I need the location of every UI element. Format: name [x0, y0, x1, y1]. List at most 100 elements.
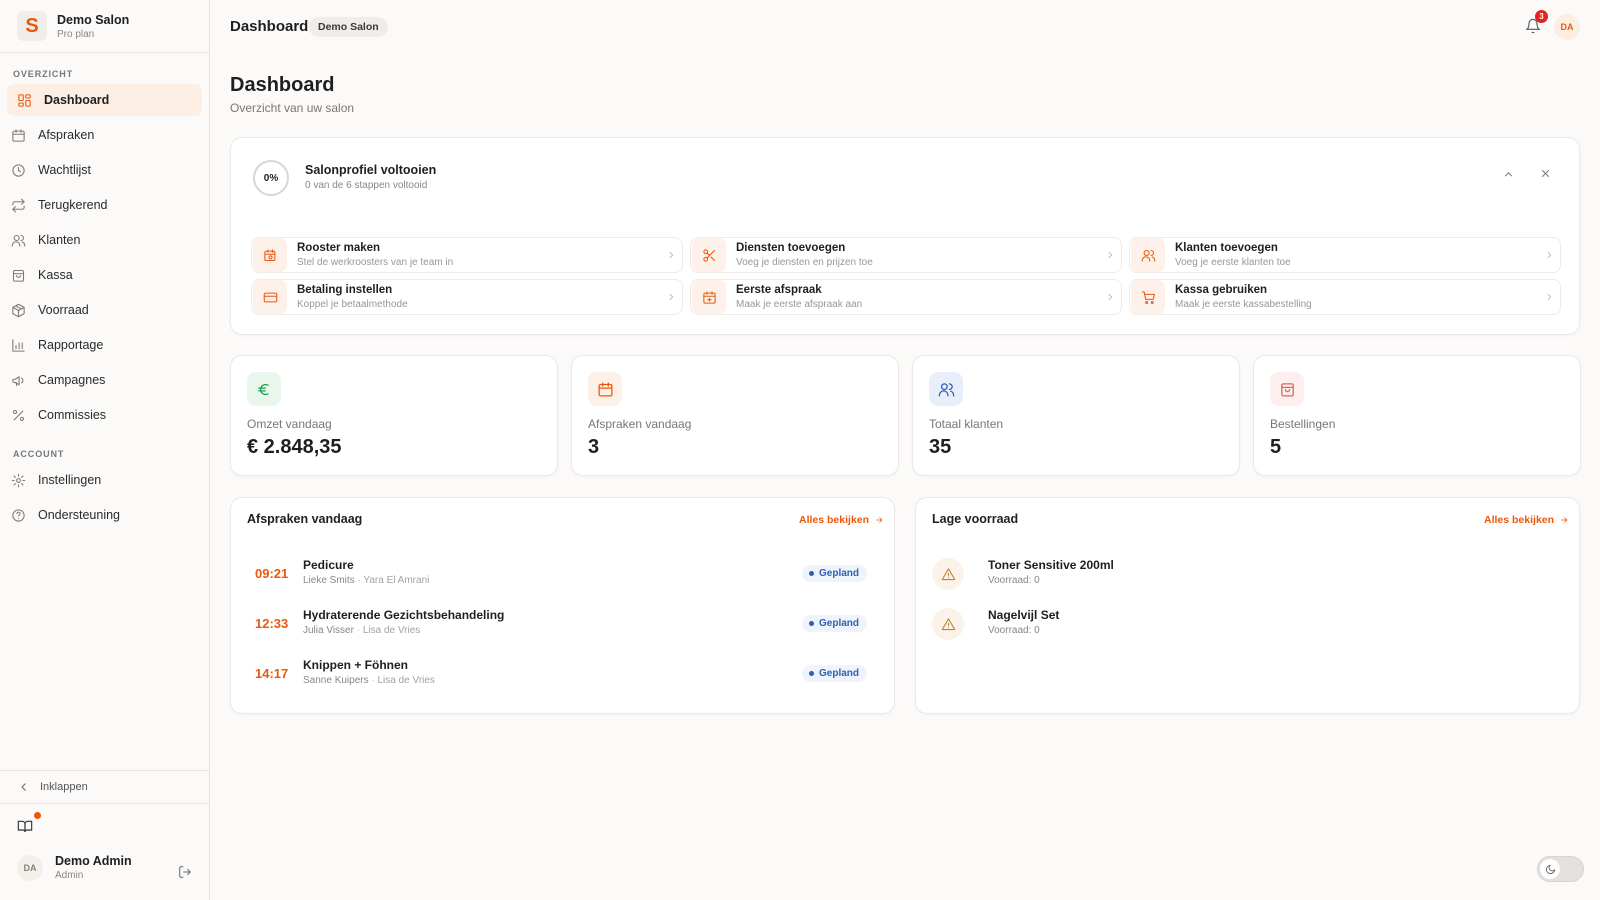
appointment-meta: Julia Visser · Lisa de Vries: [303, 625, 421, 636]
setup-step-kassa[interactable]: Kassa gebruiken Maak je eerste kassabest…: [1129, 279, 1561, 315]
low-stock-item[interactable]: Toner Sensitive 200ml Voorraad: 0: [932, 555, 1532, 595]
calendar-clock-icon: [263, 248, 275, 261]
chevron-right-icon: [1108, 293, 1113, 301]
appointment-row[interactable]: 09:21 Pedicure Lieke Smits · Yara El Amr…: [247, 555, 868, 595]
brand-logo: S: [17, 11, 47, 41]
nav-section-overview: OVERZICHT: [13, 69, 74, 79]
stat-card-revenue[interactable]: Omzet vandaag € 2.848,35: [230, 355, 558, 476]
sidebar-item-wachtlijst[interactable]: Wachtlijst: [7, 154, 202, 186]
appointment-client: Julia Visser: [303, 625, 354, 636]
setup-title: Salonprofiel voltooien: [305, 163, 437, 177]
users-icon: [1141, 249, 1155, 262]
status-label: Gepland: [819, 668, 860, 679]
appointments-title: Afspraken vandaag: [247, 512, 363, 526]
megaphone-icon: [12, 375, 24, 386]
step-subtitle: Maak je eerste kassabestelling: [1175, 299, 1312, 310]
appointment-time: 14:17: [255, 666, 289, 681]
logout-icon: [179, 866, 191, 878]
sidebar-item-kassa[interactable]: Kassa: [7, 259, 202, 291]
chevron-right-icon: [1547, 293, 1552, 301]
setup-card: 0% Salonprofiel voltooien 0 van de 6 sta…: [230, 137, 1580, 335]
grid-icon: [18, 93, 31, 107]
stat-card-orders[interactable]: Bestellingen 5: [1253, 355, 1581, 476]
bar-chart-icon: [12, 338, 25, 352]
new-indicator-dot: [34, 812, 41, 819]
appointment-time: 09:21: [255, 566, 289, 581]
stat-card-clients[interactable]: Totaal klanten 35: [912, 355, 1240, 476]
arrow-right-icon: [1561, 517, 1568, 523]
status-badge: Gepland: [802, 565, 868, 582]
sidebar-item-klanten[interactable]: Klanten: [7, 224, 202, 256]
calendar-icon: [12, 128, 25, 142]
credit-card-icon: [263, 292, 277, 302]
guide-button[interactable]: [17, 812, 41, 834]
step-subtitle: Stel de werkroosters van je team in: [297, 257, 454, 268]
theme-toggle[interactable]: [1537, 856, 1584, 882]
view-all-label: Alles bekijken: [1484, 514, 1555, 526]
step-title: Kassa gebruiken: [1175, 284, 1268, 296]
view-all-appointments-link[interactable]: Alles bekijken: [799, 514, 884, 526]
stat-label: Totaal klanten: [929, 417, 1004, 431]
collapse-label: Inklappen: [40, 781, 88, 793]
sidebar-item-label: Voorraad: [38, 303, 89, 317]
sidebar-item-terugkerend[interactable]: Terugkerend: [7, 189, 202, 221]
repeat-icon: [12, 198, 25, 212]
sidebar-item-campagnes[interactable]: Campagnes: [7, 364, 202, 396]
sidebar-item-afspraken[interactable]: Afspraken: [7, 119, 202, 151]
sidebar-item-label: Terugkerend: [38, 198, 108, 212]
shopping-bag-icon: [12, 269, 25, 282]
sidebar-item-label: Wachtlijst: [38, 163, 92, 177]
logout-button[interactable]: [178, 865, 192, 879]
setup-step-klanten[interactable]: Klanten toevoegen Voeg je eerste klanten…: [1129, 237, 1561, 273]
sidebar-item-label: Kassa: [38, 268, 73, 282]
sidebar-item-rapportage[interactable]: Rapportage: [7, 329, 202, 361]
stock-item-count: Voorraad: 0: [988, 625, 1040, 636]
brand[interactable]: S Demo Salon Pro plan: [0, 0, 209, 53]
stat-value: 35: [929, 436, 952, 458]
step-title: Diensten toevoegen: [736, 242, 846, 254]
sidebar: S Demo Salon Pro plan OVERZICHT Dashboar…: [0, 0, 210, 900]
salon-badge[interactable]: Demo Salon: [309, 17, 388, 37]
percent-icon: [12, 409, 25, 421]
sidebar-item-dashboard[interactable]: Dashboard: [7, 84, 202, 116]
stat-label: Omzet vandaag: [247, 417, 332, 431]
nav-section-account: ACCOUNT: [13, 449, 65, 459]
view-all-stock-link[interactable]: Alles bekijken: [1484, 514, 1569, 526]
brand-name: Demo Salon: [57, 12, 130, 27]
close-setup-button[interactable]: [1539, 167, 1552, 180]
sidebar-item-ondersteuning[interactable]: Ondersteuning: [7, 499, 202, 531]
status-label: Gepland: [819, 618, 860, 629]
setup-step-afspraak[interactable]: Eerste afspraak Maak je eerste afspraak …: [690, 279, 1122, 315]
view-all-label: Alles bekijken: [799, 514, 870, 526]
setup-step-rooster[interactable]: Rooster maken Stel de werkroosters van j…: [251, 237, 683, 273]
appointment-meta: Lieke Smits · Yara El Amrani: [303, 575, 430, 586]
stat-label: Afspraken vandaag: [588, 417, 692, 431]
sidebar-item-voorraad[interactable]: Voorraad: [7, 294, 202, 326]
stat-card-appointments[interactable]: Afspraken vandaag 3: [571, 355, 899, 476]
sidebar-item-instellingen[interactable]: Instellingen: [7, 464, 202, 496]
header-avatar[interactable]: DA: [1554, 14, 1580, 40]
sidebar-item-label: Afspraken: [38, 128, 95, 142]
chevron-right-icon: [1547, 251, 1552, 259]
appointment-time: 12:33: [255, 616, 289, 631]
chevron-up-icon: [1504, 172, 1513, 177]
low-stock-item[interactable]: Nagelvijl Set Voorraad: 0: [932, 605, 1532, 645]
setup-step-betaling[interactable]: Betaling instellen Koppel je betaalmetho…: [251, 279, 683, 315]
book-open-icon: [17, 820, 33, 833]
collapse-setup-button[interactable]: [1502, 168, 1515, 181]
appointment-row[interactable]: 14:17 Knippen + Föhnen Sanne Kuipers · L…: [247, 655, 868, 695]
stat-icon-wrap: [1270, 372, 1304, 406]
warning-icon: [941, 567, 955, 580]
setup-step-diensten[interactable]: Diensten toevoegen Voeg je diensten en p…: [690, 237, 1122, 273]
user-profile[interactable]: DA Demo Admin Admin: [17, 854, 132, 881]
appointment-row[interactable]: 12:33 Hydraterende Gezichtsbehandeling J…: [247, 605, 868, 645]
shopping-bag-icon: [1280, 382, 1294, 397]
scissors-icon: [702, 248, 715, 262]
stock-item-count: Voorraad: 0: [988, 575, 1040, 586]
collapse-sidebar-button[interactable]: Inklappen: [0, 770, 210, 804]
sidebar-item-commissies[interactable]: Commissies: [7, 399, 202, 431]
sidebar-item-label: Rapportage: [38, 338, 104, 352]
avatar: DA: [17, 854, 43, 881]
step-subtitle: Koppel je betaalmethode: [297, 299, 408, 310]
appointment-service: Knippen + Föhnen: [303, 658, 408, 672]
